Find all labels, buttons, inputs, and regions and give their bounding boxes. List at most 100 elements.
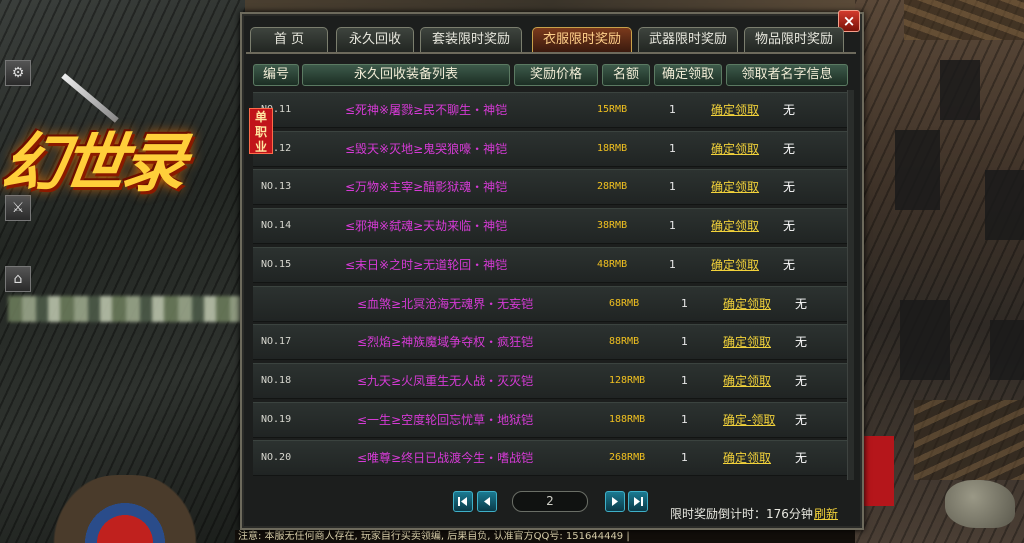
fence-decoration xyxy=(914,400,1024,480)
bottom-notice: 注意: 本服无任何商人存在, 玩家自行买卖领编, 后果自负, 认准官方QQ号: … xyxy=(235,530,855,543)
next-page-icon xyxy=(612,497,618,506)
first-page-icon xyxy=(458,497,467,506)
prev-page-button[interactable] xyxy=(477,491,497,512)
item-quota: 1 xyxy=(669,180,676,193)
claim-link[interactable]: 确定领取 xyxy=(711,209,759,243)
last-page-icon xyxy=(634,497,643,506)
claimer-name: 无 xyxy=(795,413,808,427)
claim-link[interactable]: 确定领取 xyxy=(723,441,771,475)
rock-decoration xyxy=(945,480,1015,528)
table-row: NO.17 ≤烈焰≥神族魔域争夺权・疯狂铠 88RMB 1 确定领取 无 xyxy=(253,324,848,360)
item-price: 18RMB xyxy=(597,143,628,154)
item-name: ≤毁天※灭地≥鬼哭狼嚎・神铠 xyxy=(345,142,508,156)
first-page-button[interactable] xyxy=(453,491,473,512)
item-number: NO.19 xyxy=(261,414,292,425)
claimer-name: 无 xyxy=(783,142,796,156)
table-row: NO.18 ≤九天≥火凤重生无人战・灭灭铠 128RMB 1 确定领取 无 xyxy=(253,363,848,399)
item-price: 268RMB xyxy=(609,452,646,463)
table-row: NO.13 ≤万物※主宰≥醋影狱魂・神铠 28RMB 1 确定领取 无 xyxy=(253,169,848,205)
item-name: ≤万物※主宰≥醋影狱魂・神铠 xyxy=(345,180,508,194)
item-price: 128RMB xyxy=(609,375,646,386)
item-price: 48RMB xyxy=(597,259,628,270)
tab-divider xyxy=(246,52,856,54)
item-name: ≤末日※之时≥无道轮回・神铠 xyxy=(345,258,508,272)
tab-weapon-reward[interactable]: 武器限时奖励 xyxy=(638,27,738,52)
item-quota: 1 xyxy=(681,297,688,310)
ground-tile xyxy=(985,170,1024,240)
item-number: NO.14 xyxy=(261,220,292,231)
ground-tile xyxy=(900,300,950,380)
countdown-timer: 限时奖励倒计时：176分钟 xyxy=(670,507,813,521)
item-name: ≤烈焰≥神族魔域争夺权・疯狂铠 xyxy=(357,335,534,349)
claim-link[interactable]: 确定领取 xyxy=(723,364,771,398)
tab-permanent-recycle[interactable]: 永久回收 xyxy=(336,27,414,52)
scrollbar[interactable] xyxy=(847,90,854,480)
item-name: ≤九天≥火凤重生无人战・灭灭铠 xyxy=(357,374,534,388)
last-page-button[interactable] xyxy=(628,491,648,512)
item-price: 28RMB xyxy=(597,181,628,192)
claim-link[interactable]: 确定领取 xyxy=(723,287,771,321)
header-price: 奖励价格 xyxy=(514,64,598,86)
item-price: 188RMB xyxy=(609,414,646,425)
claimer-name: 无 xyxy=(783,103,796,117)
item-quota: 1 xyxy=(681,413,688,426)
header-quota: 名额 xyxy=(602,64,650,86)
table-row: ≤血煞≥北冥沧海无魂界・无妄铠 68RMB 1 确定领取 无 xyxy=(253,286,848,322)
side-shop-icon[interactable]: ⌂ xyxy=(5,266,31,292)
table-row: NO.12 ≤毁天※灭地≥鬼哭狼嚎・神铠 18RMB 1 确定领取无 xyxy=(253,131,848,167)
item-number: NO.20 xyxy=(261,452,292,463)
item-number: NO.18 xyxy=(261,375,292,386)
side-menu-icon[interactable]: ⚙ xyxy=(5,60,31,86)
header-claimer: 领取者名字信息 xyxy=(726,64,848,86)
claimer-name: 无 xyxy=(783,180,796,194)
item-quota: 1 xyxy=(669,219,676,232)
item-quota: 1 xyxy=(681,335,688,348)
item-quota: 1 xyxy=(669,103,676,116)
item-name: ≤唯尊≥终日已战渡今生・嗜战铠 xyxy=(357,451,534,465)
claim-link[interactable]: 确定领取 xyxy=(711,93,759,127)
tab-home[interactable]: 首 页 xyxy=(250,27,328,52)
item-name: ≤邪神※弑魂≥天劫来临・神铠 xyxy=(345,219,508,233)
claim-link[interactable]: 确定领取 xyxy=(711,132,759,166)
red-panel-decoration xyxy=(862,436,894,506)
item-quota: 1 xyxy=(669,258,676,271)
item-quota: 1 xyxy=(681,451,688,464)
ground-tile xyxy=(990,320,1024,380)
table-row: NO.15 ≤末日※之时≥无道轮回・神铠 48RMB 1 确定领取 无 xyxy=(253,247,848,283)
table-row: NO.11 ≤死神※屠戮≥民不聊生・神铠 15RMB 1 确定领取无 xyxy=(253,92,848,128)
item-quota: 1 xyxy=(681,374,688,387)
table-row: NO.19 ≤一生≥空度轮回忘忧草・地狱铠 188RMB 1 确定-领取 无 xyxy=(253,402,848,438)
next-page-button[interactable] xyxy=(605,491,625,512)
claimer-name: 无 xyxy=(783,219,796,233)
claim-link[interactable]: 确定领取 xyxy=(723,325,771,359)
ground-tile xyxy=(940,60,980,120)
item-number: NO.13 xyxy=(261,181,292,192)
page-number[interactable]: 2 xyxy=(512,491,588,512)
prev-page-icon xyxy=(484,497,490,506)
item-price: 38RMB xyxy=(597,220,628,231)
claim-link[interactable]: 确定领取 xyxy=(711,170,759,204)
claim-link[interactable]: 确定-领取 xyxy=(723,403,775,437)
claimer-name: 无 xyxy=(795,451,808,465)
item-quota: 1 xyxy=(669,142,676,155)
single-class-badge: 单职业 xyxy=(249,108,273,154)
item-number: NO.15 xyxy=(261,259,292,270)
tab-clothes-reward[interactable]: 衣服限时奖励 xyxy=(532,27,632,52)
header-claim: 确定领取 xyxy=(654,64,722,86)
ground-tile xyxy=(895,130,940,210)
item-price: 88RMB xyxy=(609,336,640,347)
item-name: ≤一生≥空度轮回忘忧草・地狱铠 xyxy=(357,413,534,427)
tab-set-reward[interactable]: 套装限时奖励 xyxy=(420,27,522,52)
header-item-list: 永久回收装备列表 xyxy=(302,64,510,86)
claimer-name: 无 xyxy=(795,374,808,388)
item-price: 15RMB xyxy=(597,104,628,115)
item-name: ≤血煞≥北冥沧海无魂界・无妄铠 xyxy=(357,297,534,311)
refresh-link[interactable]: 刷新 xyxy=(814,505,838,522)
tab-item-reward[interactable]: 物品限时奖励 xyxy=(744,27,844,52)
claim-link[interactable]: 确定领取 xyxy=(711,248,759,282)
table-row: NO.14 ≤邪神※弑魂≥天劫来临・神铠 38RMB 1 确定领取 无 xyxy=(253,208,848,244)
claimer-name: 无 xyxy=(795,297,808,311)
game-logo: 幻世录 xyxy=(0,126,188,201)
claimer-name: 无 xyxy=(795,335,808,349)
item-number: NO.17 xyxy=(261,336,292,347)
